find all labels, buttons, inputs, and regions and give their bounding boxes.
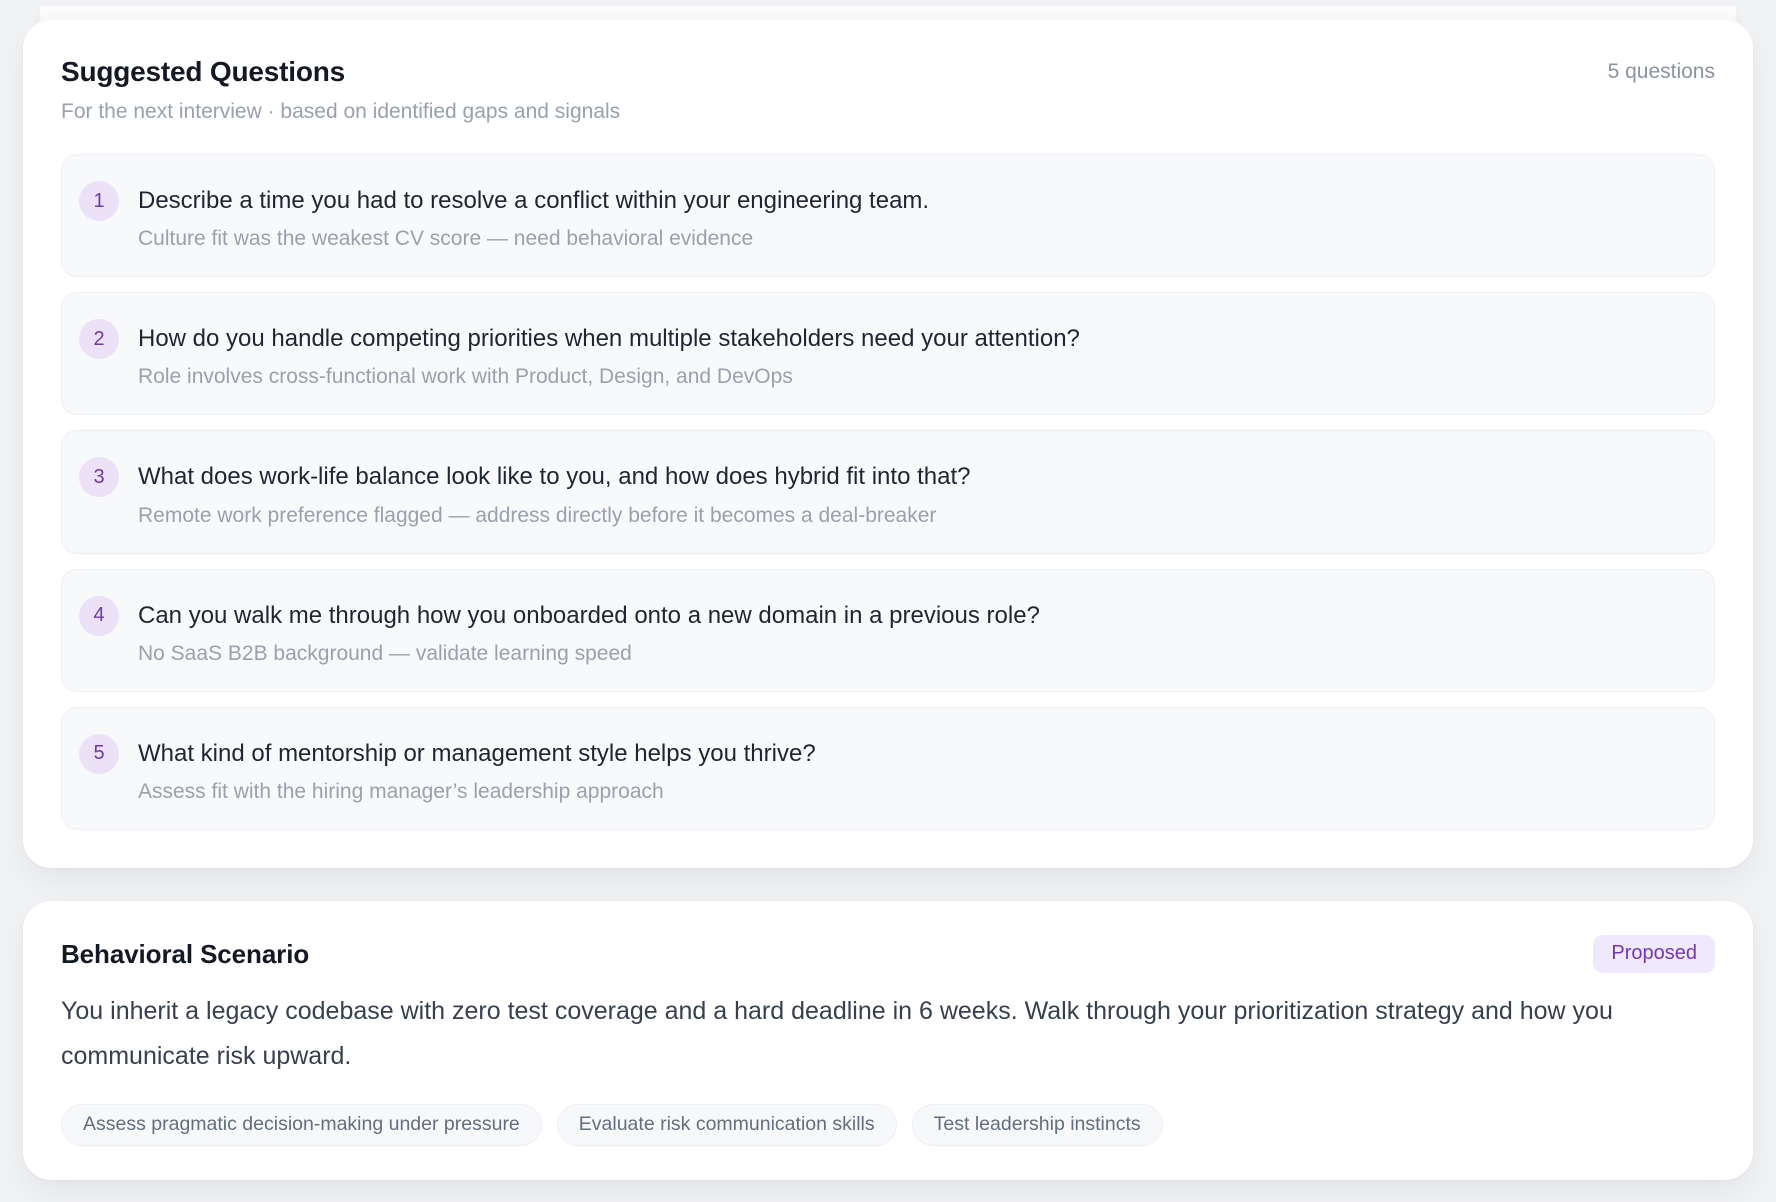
question-number-badge: 5: [79, 734, 119, 774]
question-list-item[interactable]: 5 What kind of mentorship or management …: [61, 707, 1715, 830]
question-text: How do you handle competing priorities w…: [138, 318, 1080, 354]
suggested-questions-header: Suggested Questions 5 questions: [61, 56, 1715, 88]
question-text-column: What does work-life balance look like to…: [138, 456, 970, 527]
question-text-column: How do you handle competing priorities w…: [138, 318, 1080, 389]
behavioral-scenario-header: Behavioral Scenario Proposed: [61, 935, 1715, 973]
scenario-title: Behavioral Scenario: [61, 935, 309, 970]
question-text: What does work-life balance look like to…: [138, 456, 970, 492]
question-text-column: Describe a time you had to resolve a con…: [138, 180, 929, 251]
question-list-item[interactable]: 2 How do you handle competing priorities…: [61, 292, 1715, 415]
question-text-column: Can you walk me through how you onboarde…: [138, 595, 1040, 666]
question-rationale-note: No SaaS B2B background — validate learni…: [138, 642, 1040, 666]
question-rationale-note: Remote work preference flagged — address…: [138, 504, 970, 528]
question-list-item[interactable]: 4 Can you walk me through how you onboar…: [61, 569, 1715, 692]
question-text: What kind of mentorship or management st…: [138, 733, 816, 769]
question-list-item[interactable]: 1 Describe a time you had to resolve a c…: [61, 154, 1715, 277]
suggested-questions-card: Suggested Questions 5 questions For the …: [23, 20, 1753, 868]
question-count: 5 questions: [1608, 56, 1715, 84]
question-text: Can you walk me through how you onboarde…: [138, 595, 1040, 631]
question-rationale-note: Culture fit was the weakest CV score — n…: [138, 227, 929, 251]
question-number-badge: 3: [79, 457, 119, 497]
question-rationale-note: Assess fit with the hiring manager’s lea…: [138, 780, 816, 804]
card-subtitle: For the next interview · based on identi…: [61, 100, 1715, 124]
scenario-description: You inherit a legacy codebase with zero …: [61, 989, 1715, 1080]
question-number-badge: 1: [79, 181, 119, 221]
scenario-tag: Evaluate risk communication skills: [557, 1104, 897, 1146]
page-title: Suggested Questions: [61, 56, 345, 88]
question-rationale-note: Role involves cross-functional work with…: [138, 365, 1080, 389]
question-number-badge: 2: [79, 319, 119, 359]
question-list-item[interactable]: 3 What does work-life balance look like …: [61, 430, 1715, 553]
scenario-tag-row: Assess pragmatic decision-making under p…: [61, 1104, 1715, 1146]
scenario-tag: Assess pragmatic decision-making under p…: [61, 1104, 542, 1146]
question-text: Describe a time you had to resolve a con…: [138, 180, 929, 216]
question-list: 1 Describe a time you had to resolve a c…: [61, 154, 1715, 830]
scenario-tag: Test leadership instincts: [912, 1104, 1163, 1146]
behavioral-scenario-card: Behavioral Scenario Proposed You inherit…: [23, 901, 1753, 1180]
status-badge: Proposed: [1593, 935, 1715, 973]
question-text-column: What kind of mentorship or management st…: [138, 733, 816, 804]
question-number-badge: 4: [79, 596, 119, 636]
